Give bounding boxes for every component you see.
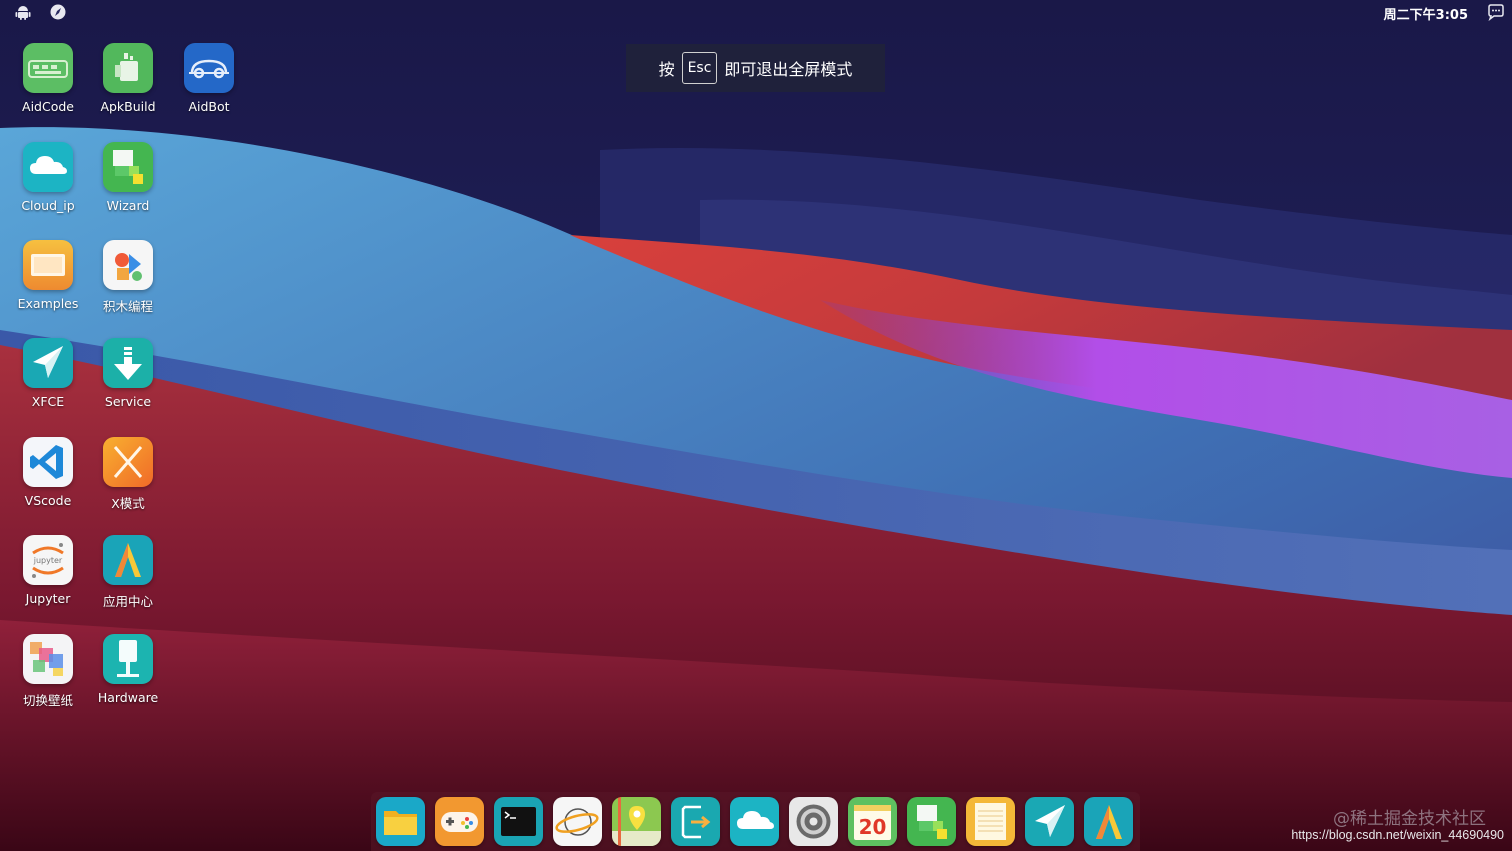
desktop-icon-apkbuild[interactable]: ApkBuild [88, 43, 168, 131]
download-icon [103, 338, 153, 388]
calendar-icon: 20 [848, 797, 897, 846]
desktop-icon-cloud-ip[interactable]: Cloud_ip [8, 142, 88, 230]
desktop-icon-vscode[interactable]: VScode [8, 437, 88, 525]
desktop-icon-examples[interactable]: Examples [8, 240, 88, 328]
desktop-icon-label: Hardware [97, 690, 159, 705]
gamepad-icon [435, 797, 484, 846]
status-bar: 周二下午3:05 [0, 0, 1512, 24]
esc-key-badge: Esc [681, 52, 718, 84]
jupyter-icon: jupyter [23, 535, 73, 585]
desktop-icon-label: ApkBuild [100, 99, 156, 114]
dock-settings[interactable] [789, 797, 838, 846]
apkbuild-icon [103, 43, 153, 93]
aidbot-icon [184, 43, 234, 93]
dock-exit[interactable] [671, 797, 720, 846]
desktop-icon-label: AidBot [188, 99, 230, 114]
compass-icon[interactable] [49, 3, 67, 21]
fullscreen-exit-notice: 按 Esc 即可退出全屏模式 [626, 44, 885, 92]
watermark-url: https://blog.csdn.net/weixin_44690490 [1291, 828, 1504, 842]
desktop-icon-label: XFCE [31, 394, 65, 409]
browser-icon [553, 797, 602, 846]
desktop-icon-aidcode[interactable]: AidCode [8, 43, 88, 131]
desktop-icon-x-mode[interactable]: X模式 [88, 437, 168, 525]
desktop-icon-label: Service [104, 394, 152, 409]
notice-prefix: 按 [658, 60, 675, 79]
vscode-icon [23, 437, 73, 487]
exit-icon [671, 797, 720, 846]
dock-app-center[interactable] [1084, 797, 1133, 846]
x-mode-icon [103, 437, 153, 487]
calendar-day: 20 [859, 815, 887, 839]
send-icon [1025, 797, 1074, 846]
files-icon [376, 797, 425, 846]
dock-terminal[interactable] [494, 797, 543, 846]
cloud-icon [23, 142, 73, 192]
dock-files[interactable] [376, 797, 425, 846]
desktop-icon-label: 应用中心 [102, 594, 153, 609]
app-center-icon [103, 535, 153, 585]
watermark-brand: @稀土掘金技术社区 [1333, 809, 1486, 829]
wizard-icon [103, 142, 153, 192]
desktop-icon-label: AidCode [22, 99, 74, 114]
system-clock[interactable]: 周二下午3:05 [1384, 4, 1468, 23]
notes-icon [966, 797, 1015, 846]
examples-icon [23, 240, 73, 290]
wizard-icon [907, 797, 956, 846]
android-icon[interactable] [14, 3, 32, 21]
desktop-icon-service[interactable]: Service [88, 338, 168, 426]
desktop-icon-xfce[interactable]: XFCE [8, 338, 88, 426]
dock-browser[interactable] [553, 797, 602, 846]
maps-icon [612, 797, 661, 846]
desktop-icon-hardware[interactable]: Hardware [88, 634, 168, 722]
desktop-icon-blocks[interactable]: 积木编程 [88, 240, 168, 328]
desktop-icon-label: Wizard [106, 198, 150, 213]
dock-cloud[interactable] [730, 797, 779, 846]
desktop-icon-aidbot[interactable]: AidBot [169, 43, 249, 131]
chat-icon[interactable] [1487, 3, 1505, 21]
desktop-icon-label: Examples [17, 296, 79, 311]
dock: 20 [371, 792, 1140, 851]
app-center-icon [1084, 797, 1133, 846]
desktop-icon-jupyter[interactable]: jupyter Jupyter [8, 535, 88, 623]
send-icon [23, 338, 73, 388]
dock-notes[interactable] [966, 797, 1015, 846]
dock-calendar[interactable]: 20 [848, 797, 897, 846]
desktop-icon-wizard[interactable]: Wizard [88, 142, 168, 230]
desktop-icon-label: 积木编程 [102, 299, 153, 314]
dock-wizard[interactable] [907, 797, 956, 846]
blocks-icon [103, 240, 153, 290]
settings-icon [789, 797, 838, 846]
desktop-icon-label: Cloud_ip [21, 198, 75, 213]
desktop-icon-label: VScode [24, 493, 72, 508]
desktop-icon-label: 切换壁纸 [22, 693, 73, 708]
dock-maps[interactable] [612, 797, 661, 846]
terminal-icon [494, 797, 543, 846]
cloud-icon [730, 797, 779, 846]
dock-games[interactable] [435, 797, 484, 846]
desktop-icon-app-center[interactable]: 应用中心 [88, 535, 168, 623]
notice-suffix: 即可退出全屏模式 [724, 60, 853, 79]
desktop-icon-label: Jupyter [25, 591, 71, 606]
dock-send[interactable] [1025, 797, 1074, 846]
jupyter-wordmark: jupyter [33, 556, 63, 565]
desktop-icon-label: X模式 [111, 496, 145, 511]
aidcode-icon [23, 43, 73, 93]
desktop-icon-wallpaper[interactable]: 切换壁纸 [8, 634, 88, 722]
hardware-icon [103, 634, 153, 684]
wallpaper-icon [23, 634, 73, 684]
